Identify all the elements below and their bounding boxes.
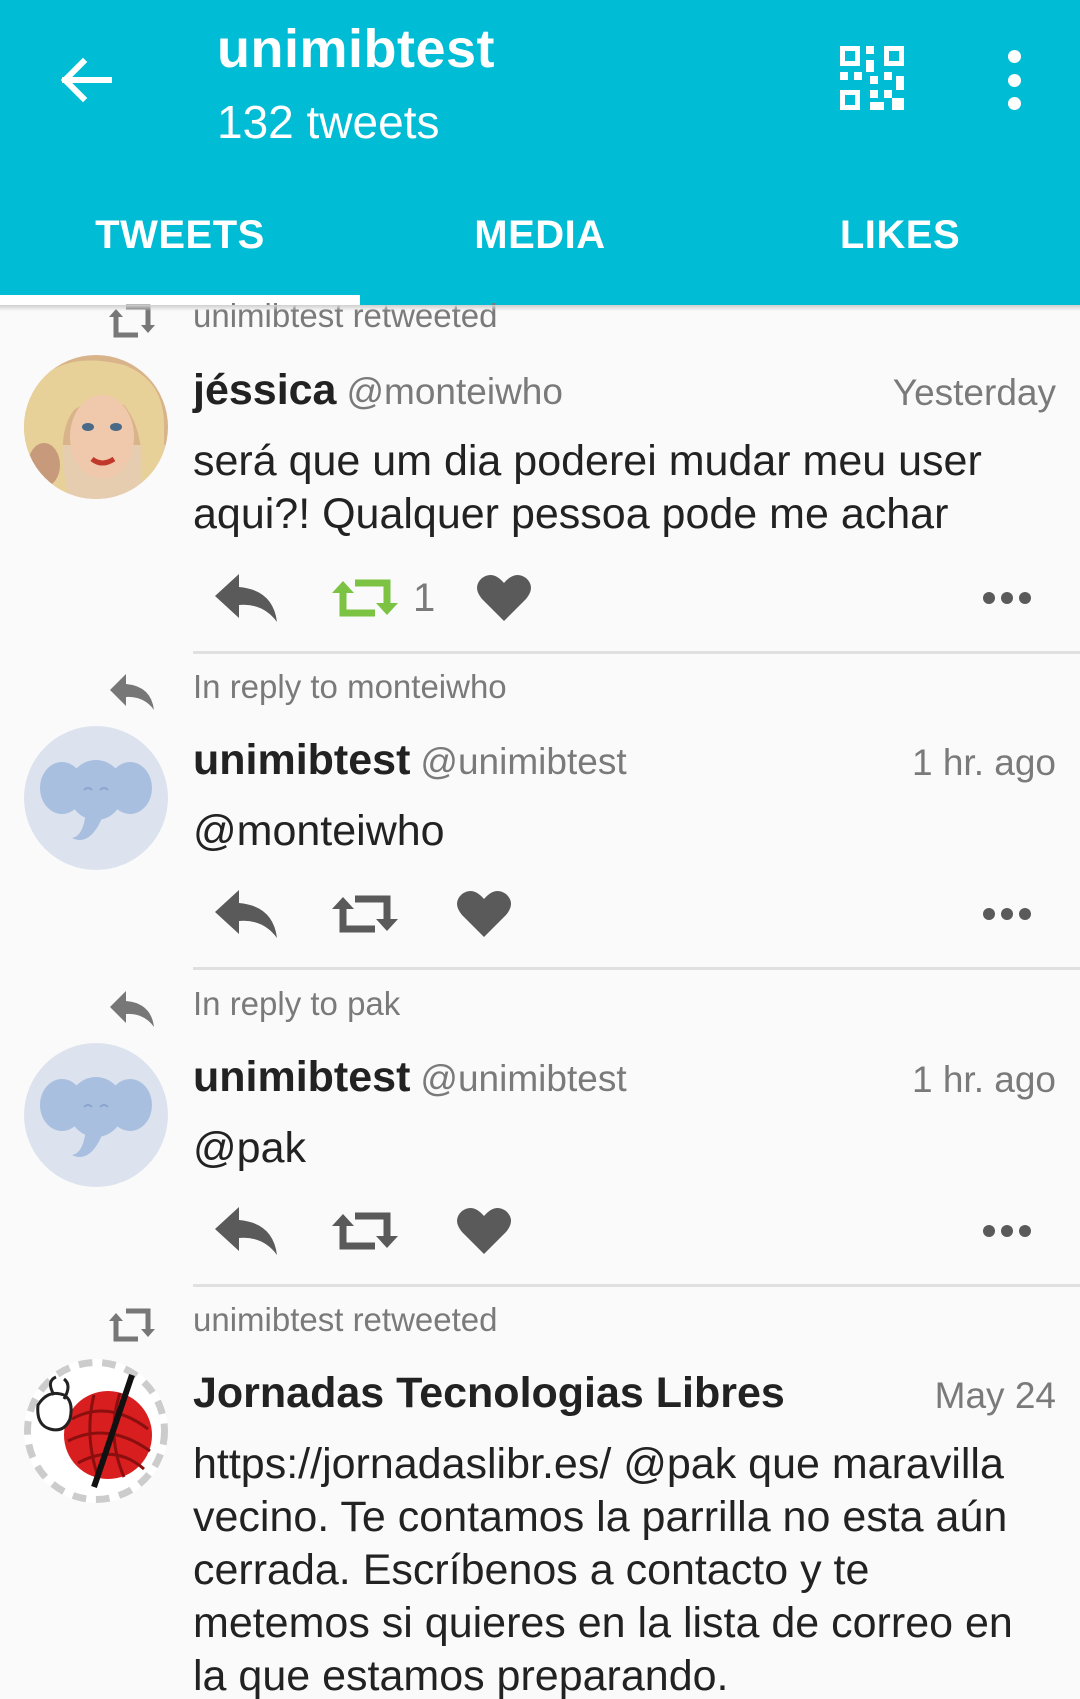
more-options-button[interactable]	[982, 879, 1032, 949]
tab-tweets[interactable]: TWEETS	[0, 200, 360, 305]
tab-bar: TWEETS MEDIA LIKES	[0, 200, 1080, 305]
retweet-button[interactable]	[331, 879, 399, 949]
tab-media[interactable]: MEDIA	[360, 200, 720, 305]
divider	[193, 967, 1080, 970]
tweet-text: https://jornadaslibr.es/ @pak que maravi…	[193, 1440, 1013, 1699]
qr-code-button[interactable]	[840, 46, 906, 112]
author-handle: @unimibtest	[420, 1058, 627, 1099]
app-bar-shadow	[0, 305, 1080, 311]
author-name[interactable]: jéssica	[193, 366, 336, 414]
divider	[193, 651, 1080, 654]
retweet-icon	[332, 895, 398, 933]
tweet-context: unimibtest retweeted	[193, 1301, 498, 1338]
retweet-icon	[109, 1308, 155, 1342]
author-name[interactable]: unimibtest	[193, 736, 410, 784]
tweet-text: @monteiwho	[193, 807, 445, 855]
heart-icon	[457, 890, 511, 937]
reply-button[interactable]	[213, 879, 279, 949]
tweet-context: unimibtest retweeted	[193, 297, 498, 334]
tweet-context: In reply to pak	[193, 985, 401, 1022]
tab-likes[interactable]: LIKES	[720, 200, 1080, 305]
tweet-time: May 24	[934, 1375, 1056, 1416]
avatar[interactable]	[24, 726, 168, 870]
default-avatar-icon	[24, 1043, 168, 1187]
avatar-photo	[24, 355, 168, 499]
tweet-count: 132 tweets	[217, 96, 440, 148]
back-button[interactable]	[50, 45, 120, 115]
app-bar: unimibtest 132 tweets TWEETS MEDIA LIKES	[0, 0, 1080, 305]
retweet-icon	[332, 1212, 398, 1250]
avatar[interactable]	[24, 355, 168, 499]
yarn-logo-icon	[24, 1359, 168, 1503]
page-title: unimibtest	[217, 19, 496, 79]
retweet-button[interactable]: 1	[331, 563, 435, 633]
like-button[interactable]	[476, 563, 532, 633]
avatar[interactable]	[24, 1359, 168, 1503]
author-name[interactable]: Jornadas Tecnologias Libres	[193, 1369, 785, 1417]
reply-icon	[215, 574, 277, 622]
overflow-menu-button[interactable]	[990, 50, 1038, 110]
like-button[interactable]	[456, 879, 512, 949]
more-horiz-icon	[983, 908, 1031, 920]
qr-code-icon	[840, 46, 904, 110]
more-horiz-icon	[983, 1225, 1031, 1237]
divider	[193, 1284, 1080, 1287]
like-button[interactable]	[456, 1196, 512, 1266]
tweet-time: Yesterday	[892, 372, 1056, 413]
tweet-time: 1 hr. ago	[911, 1059, 1056, 1100]
more-options-button[interactable]	[982, 563, 1032, 633]
retweet-icon	[332, 579, 398, 617]
default-avatar-icon	[24, 726, 168, 870]
author-handle: @monteiwho	[346, 371, 563, 412]
tweet-time: 1 hr. ago	[911, 742, 1056, 783]
author-name[interactable]: unimibtest	[193, 1053, 410, 1101]
heart-icon	[477, 574, 531, 621]
tweet-text: será que um dia poderei mudar meu user a…	[193, 437, 982, 538]
heart-icon	[457, 1207, 511, 1254]
reply-icon	[215, 1207, 277, 1255]
tweet-text: @pak	[193, 1124, 306, 1172]
arrow-left-icon	[60, 57, 112, 103]
more-vert-icon	[1007, 50, 1021, 63]
more-horiz-icon	[983, 592, 1031, 604]
retweet-count: 1	[413, 575, 436, 620]
author-handle: @unimibtest	[420, 741, 627, 782]
reply-icon	[215, 890, 277, 938]
reply-icon	[110, 991, 154, 1027]
reply-icon	[110, 674, 154, 710]
tweet-context: In reply to monteiwho	[193, 668, 507, 705]
retweet-button[interactable]	[331, 1196, 399, 1266]
more-options-button[interactable]	[982, 1196, 1032, 1266]
reply-button[interactable]	[213, 1196, 279, 1266]
avatar[interactable]	[24, 1043, 168, 1187]
reply-button[interactable]	[213, 563, 279, 633]
